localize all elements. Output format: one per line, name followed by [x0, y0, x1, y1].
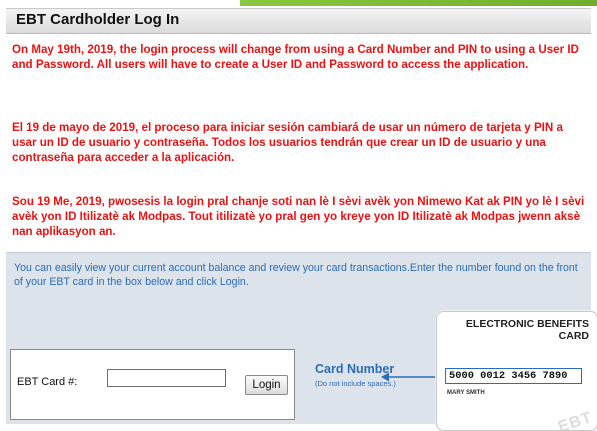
- card-number-input[interactable]: [107, 369, 226, 387]
- login-button[interactable]: Login: [245, 375, 288, 395]
- top-accent-strip: [0, 0, 597, 8]
- notice-english: On May 19th, 2019, the login process wil…: [12, 43, 579, 71]
- notice-spanish: El 19 de mayo de 2019, el proceso para i…: [12, 121, 563, 164]
- notice-creole: Sou 19 Me, 2019, pwosesis la login pral …: [12, 195, 585, 238]
- page-title: EBT Cardholder Log In: [16, 11, 180, 28]
- ebt-card-heading: ELECTRONIC BENEFITS CARD: [466, 318, 589, 342]
- ebt-card-holder-name: MARY SMITH: [447, 390, 485, 396]
- arrow-left-icon: [381, 372, 441, 382]
- ebt-card-heading-line1: ELECTRONIC BENEFITS: [465, 318, 589, 330]
- login-form: EBT Card #: Login: [10, 349, 295, 420]
- instructions-text: You can easily view your current account…: [14, 262, 578, 288]
- card-number-label: EBT Card #:: [17, 376, 78, 388]
- ebt-card-illustration: ELECTRONIC BENEFITS CARD 5000 0012 3456 …: [436, 311, 597, 431]
- ebt-card-heading-line2: CARD: [558, 330, 589, 342]
- ebt-card-number: 5000 0012 3456 7890: [445, 368, 582, 384]
- title-bar: EBT Cardholder Log In: [6, 8, 591, 34]
- ebt-card-watermark: EBT: [556, 409, 595, 431]
- login-panel: You can easily view your current account…: [6, 252, 597, 431]
- accent-bar: [240, 0, 597, 6]
